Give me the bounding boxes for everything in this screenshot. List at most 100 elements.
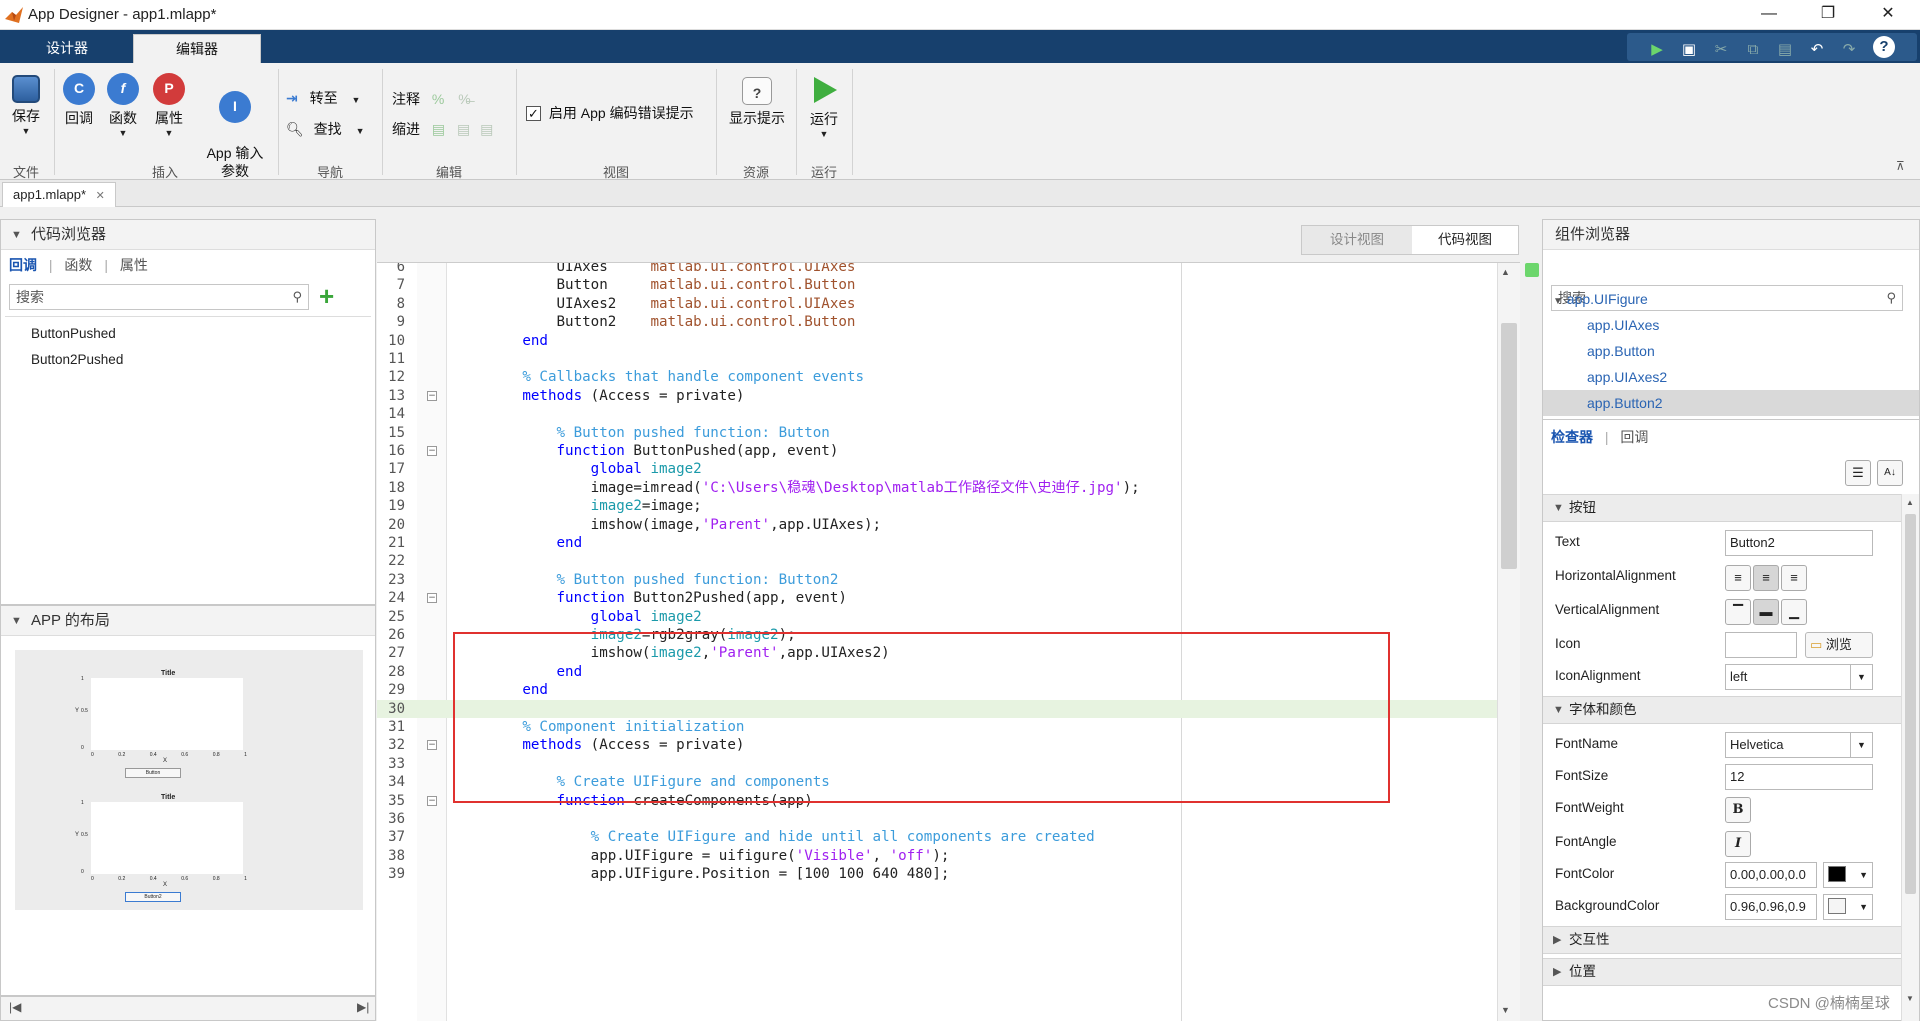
find-button[interactable]: 🔍︎ 查找 ▼ <box>286 119 364 139</box>
code-editor[interactable]: 6 UIAxes matlab.ui.control.UIAxes 7 Butto… <box>377 262 1520 1021</box>
bgcolor-picker[interactable]: ▼ <box>1823 894 1873 920</box>
tab-callbacks[interactable]: 回调 <box>9 257 37 273</box>
fontsize-input[interactable]: 12 <box>1725 764 1873 790</box>
cut-icon[interactable]: ✂ <box>1709 38 1733 62</box>
code-line[interactable]: 36 <box>377 810 1497 828</box>
restore-button[interactable]: ❐ <box>1800 0 1856 30</box>
fontcolor-input[interactable]: 0.00,0.00,0.0 <box>1725 862 1817 888</box>
align-right-icon[interactable]: ≡ <box>1781 565 1807 591</box>
collapse-ribbon-icon[interactable]: ⊼ <box>1896 159 1905 173</box>
run-quick-icon[interactable]: ▶ <box>1645 38 1669 62</box>
indent-button[interactable]: 缩进 ▤ ▤ ▤ <box>392 119 493 139</box>
scroll-down-icon[interactable]: ▼ <box>1906 994 1914 1003</box>
doc-tab-app1[interactable]: app1.mlapp* ✕ <box>2 182 116 207</box>
section-position[interactable]: ▶ 位置 <box>1543 958 1901 986</box>
minimize-button[interactable]: — <box>1741 0 1797 30</box>
scroll-thumb[interactable] <box>1501 323 1517 569</box>
browse-button[interactable]: ▭ 浏览 <box>1805 632 1873 658</box>
align-top-icon[interactable]: ▔ <box>1725 599 1751 625</box>
list-item[interactable]: Button2Pushed <box>31 347 375 373</box>
dropdown-arrow-icon[interactable]: ▼ <box>1850 733 1872 757</box>
code-line[interactable]: 11 <box>377 350 1497 368</box>
collapse-triangle-icon[interactable]: ▼ <box>11 220 22 250</box>
tree-item[interactable]: app.UIAxes <box>1543 312 1919 338</box>
code-line[interactable]: 8 UIAxes2 matlab.ui.control.UIAxes <box>377 295 1497 313</box>
code-line[interactable]: 19 image2=image; <box>377 497 1497 515</box>
section-font[interactable]: ▼ 字体和颜色 <box>1543 696 1901 724</box>
design-view-button[interactable]: 设计视图 <box>1302 226 1412 254</box>
run-button[interactable]: 运行 ▼ <box>804 75 844 139</box>
collapse-triangle-icon[interactable]: ▼ <box>1553 697 1564 723</box>
code-line[interactable]: 37 % Create UIFigure and hide until all … <box>377 828 1497 846</box>
tab-designer[interactable]: 设计器 <box>18 34 116 63</box>
app-layout-header[interactable]: ▼ APP 的布局 <box>1 606 375 636</box>
editor-scrollbar[interactable]: ▲ ▼ <box>1497 263 1520 1021</box>
scroll-thumb[interactable] <box>1905 514 1916 894</box>
code-line[interactable]: 16 − function ButtonPushed(app, event) <box>377 442 1497 460</box>
code-line[interactable]: 38 app.UIFigure = uifigure('Visible', 'o… <box>377 847 1497 865</box>
tab-callbacks[interactable]: 回调 <box>1620 429 1648 445</box>
tree-root[interactable]: ▼ app.UIFigure <box>1543 286 1919 312</box>
fontname-select[interactable]: Helvetica ▼ <box>1725 732 1873 758</box>
increase-indent-icon[interactable]: ▤ <box>457 121 470 137</box>
tab-inspector[interactable]: 检查器 <box>1551 429 1593 445</box>
section-interactivity[interactable]: ▶ 交互性 <box>1543 926 1901 954</box>
tab-editor[interactable]: 编辑器 <box>133 34 261 63</box>
bold-icon[interactable]: B <box>1725 797 1751 823</box>
fold-toggle-icon[interactable]: − <box>427 390 437 401</box>
code-line[interactable]: 24 − function Button2Pushed(app, event) <box>377 589 1497 607</box>
code-line[interactable]: 18 image=imread('C:\Users\稳魂\Desktop\mat… <box>377 479 1497 497</box>
align-middle-icon[interactable]: ▬ <box>1753 599 1779 625</box>
save-quick-icon[interactable]: ▣ <box>1677 38 1701 62</box>
insert-property-button[interactable]: P 属性 ▼ <box>150 73 188 138</box>
dropdown-arrow-icon[interactable]: ▼ <box>1859 895 1868 919</box>
scroll-left-icon[interactable]: |◀ <box>9 1000 21 1014</box>
code-line[interactable]: 9 Button2 matlab.ui.control.Button <box>377 313 1497 331</box>
undo-icon[interactable]: ↶ <box>1805 38 1829 62</box>
decrease-indent-icon[interactable]: ▤ <box>480 121 493 137</box>
tree-item[interactable]: app.UIAxes2 <box>1543 364 1919 390</box>
expand-triangle-icon[interactable]: ▶ <box>1553 927 1561 953</box>
doc-tab-close-icon[interactable]: ✕ <box>96 190 105 202</box>
insert-callback-button[interactable]: C 回调 <box>60 73 98 128</box>
icon-alignment-select[interactable]: left ▼ <box>1725 664 1873 690</box>
fold-toggle-icon[interactable]: − <box>427 593 437 604</box>
insert-function-button[interactable]: f 函数 ▼ <box>104 73 142 138</box>
close-window-button[interactable]: ✕ <box>1860 0 1916 30</box>
code-view-button[interactable]: 代码视图 <box>1412 226 1518 254</box>
code-line[interactable]: 23 % Button pushed function: Button2 <box>377 571 1497 589</box>
copy-icon[interactable]: ⧉ <box>1741 38 1765 62</box>
left-scrollbar[interactable]: |◀ ▶| <box>0 996 376 1021</box>
align-left-icon[interactable]: ≡ <box>1725 565 1751 591</box>
dropdown-arrow-icon[interactable]: ▼ <box>1859 863 1868 887</box>
code-browser-search-input[interactable]: 搜索 ⚲ <box>9 284 309 310</box>
dropdown-arrow-icon[interactable]: ▼ <box>1850 665 1872 689</box>
code-analyzer-status-icon[interactable] <box>1525 263 1539 277</box>
uncomment-icon[interactable]: %̶ <box>458 91 470 107</box>
section-button[interactable]: ▼ 按钮 <box>1543 494 1901 522</box>
expand-triangle-icon[interactable]: ▼ <box>1553 296 1563 307</box>
layout-preview[interactable]: Title Y 1 0.5 0 0 0.2 0.4 0.6 0.8 1 X Button … <box>15 650 363 910</box>
tab-functions[interactable]: 函数 <box>64 257 92 273</box>
code-line[interactable]: 17 global image2 <box>377 460 1497 478</box>
align-center-icon[interactable]: ≡ <box>1753 565 1779 591</box>
sort-az-icon[interactable]: A↓ <box>1877 460 1903 486</box>
code-line[interactable]: 12 % Callbacks that handle component eve… <box>377 368 1497 386</box>
scroll-down-icon[interactable]: ▼ <box>1501 1005 1510 1015</box>
inspector-scrollbar[interactable]: ▲ ▼ <box>1901 494 1919 1021</box>
list-item[interactable]: ButtonPushed <box>31 321 375 347</box>
show-tips-button[interactable]: ? 显示提示 <box>724 77 790 128</box>
tree-item-selected[interactable]: app.Button2 <box>1543 390 1919 416</box>
code-error-tips-checkbox[interactable]: ✓ 启用 App 编码错误提示 <box>526 103 694 123</box>
code-line[interactable]: 10 end <box>377 332 1497 350</box>
code-line[interactable]: 15 % Button pushed function: Button <box>377 424 1497 442</box>
code-line[interactable]: 14 <box>377 405 1497 423</box>
icon-input[interactable] <box>1725 632 1797 658</box>
code-line[interactable]: 21 end <box>377 534 1497 552</box>
tree-item[interactable]: app.Button <box>1543 338 1919 364</box>
fold-toggle-icon[interactable]: − <box>427 740 437 751</box>
comment-button[interactable]: 注释 % %̶ <box>392 89 471 109</box>
redo-icon[interactable]: ↷ <box>1837 38 1861 62</box>
bgcolor-input[interactable]: 0.96,0.96,0.9 <box>1725 894 1817 920</box>
checkbox-checked-icon[interactable]: ✓ <box>526 105 541 121</box>
